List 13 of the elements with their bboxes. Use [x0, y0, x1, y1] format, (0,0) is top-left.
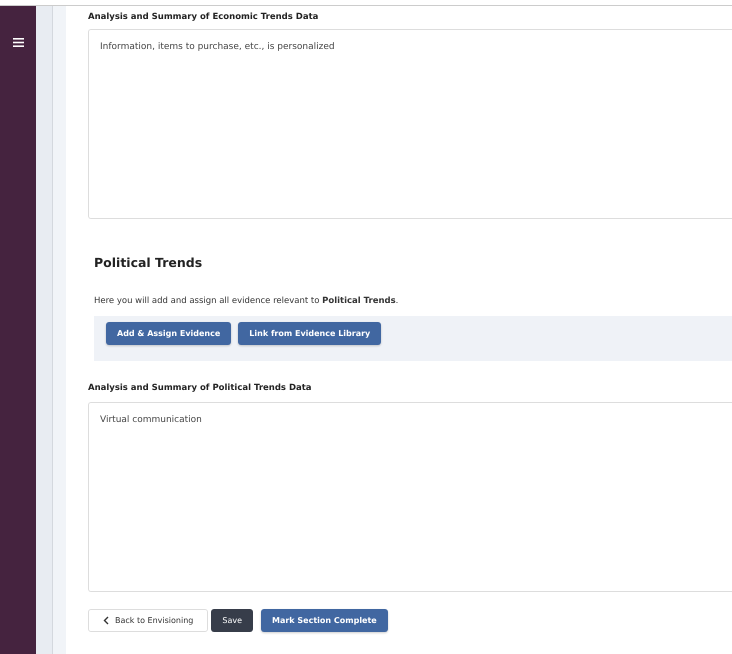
- text-area[interactable]: Information, items to purchase, etc., is personalized: [88, 29, 732, 219]
- evidence-button[interactable]: Link from Evidence Library: [238, 322, 382, 345]
- evidence-button[interactable]: Add & Assign Evidence: [106, 322, 232, 345]
- intro-text: Here you will add and assign all evidence relevant to Political Trends.: [94, 296, 400, 306]
- back-button[interactable]: Back to Envisioning: [88, 609, 208, 632]
- menu-icon[interactable]: [12, 38, 24, 47]
- chevron-left-icon: [103, 616, 109, 625]
- field-label: Analysis and Summary of Political Trends Data: [88, 383, 313, 393]
- section-heading: Political Trends: [94, 255, 204, 270]
- complete-button[interactable]: Mark Section Complete: [261, 609, 388, 632]
- text-area[interactable]: Virtual communication: [88, 402, 732, 592]
- save-button[interactable]: Save: [211, 609, 253, 632]
- field-label: Analysis and Summary of Economic Trends Data: [88, 12, 320, 22]
